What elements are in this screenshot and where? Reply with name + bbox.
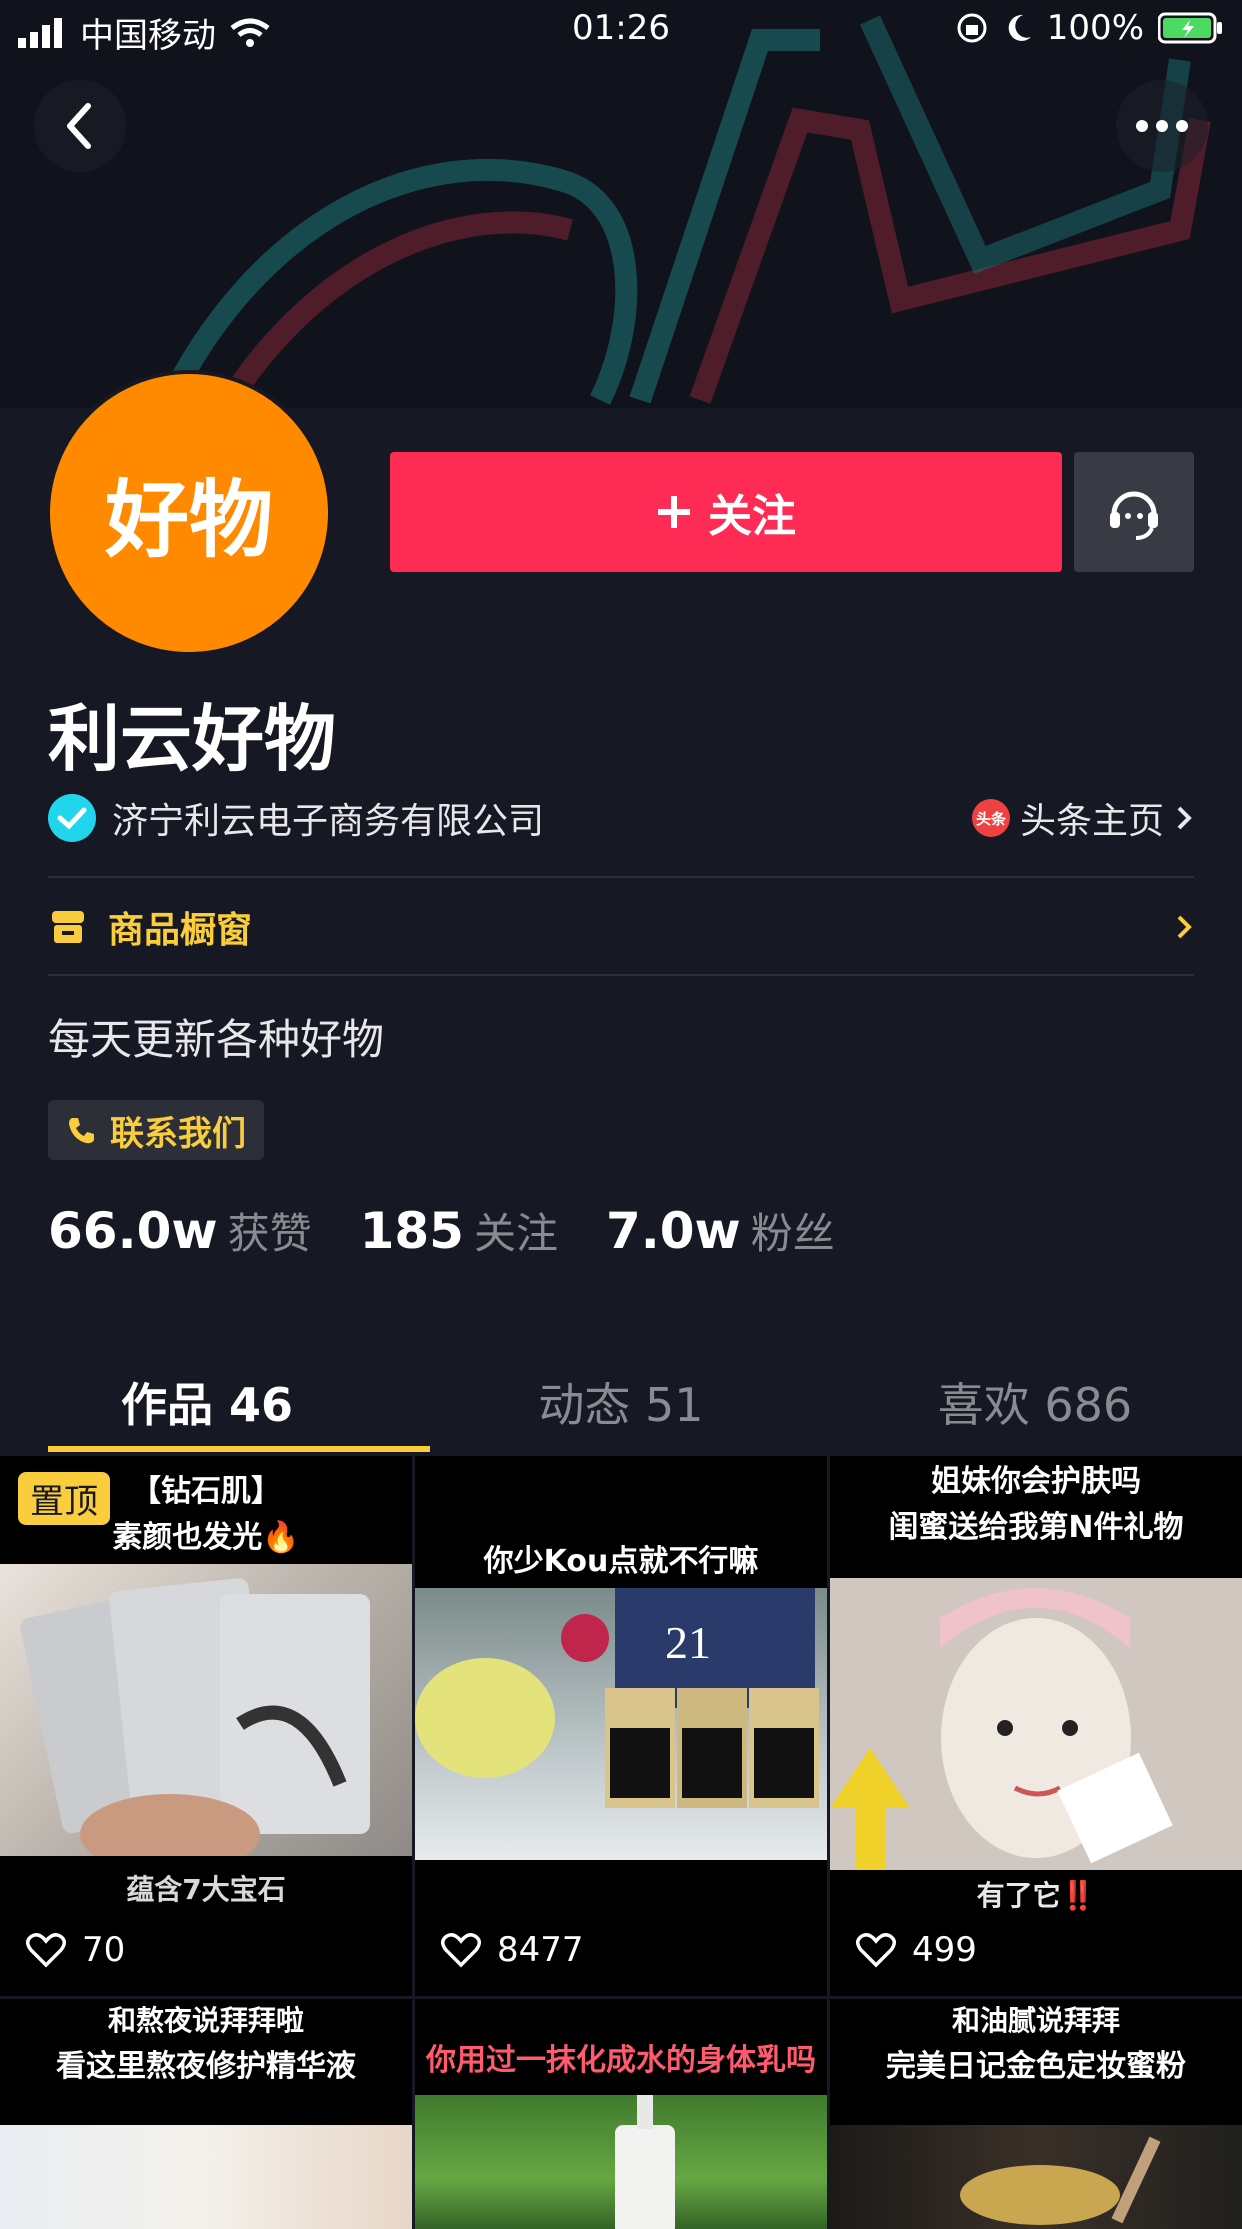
video-caption-sub: 看这里熬夜修护精华液 xyxy=(56,2049,356,2084)
shop-window-row[interactable]: 商品橱窗 xyxy=(48,880,1194,974)
video-thumbnail[interactable]: 和熬夜说拜拜啦 看这里熬夜修护精华液 xyxy=(0,1999,412,2229)
video-image xyxy=(415,2095,827,2229)
powder-compact-photo xyxy=(960,2136,1161,2225)
stat-label: 粉丝 xyxy=(750,1209,835,1258)
video-caption-sub: 完美日记金色定妆蜜粉 xyxy=(886,2049,1186,2084)
follow-button[interactable]: 关注 xyxy=(390,452,1062,572)
more-dots-icon xyxy=(1136,120,1188,132)
video-caption-sub: 闺蜜送给我第N件礼物 xyxy=(888,1510,1184,1545)
video-thumbnail[interactable]: 你用过一抹化成水的身体乳吗 xyxy=(415,1999,827,2229)
video-thumbnail[interactable]: 姐妹你会护肤吗 闺蜜送给我第N件礼物 有了它‼️ 499 xyxy=(830,1456,1242,1996)
tab-posts[interactable]: 动态 51 xyxy=(414,1350,828,1454)
video-caption-sub: 你用过一抹化成水的身体乳吗 xyxy=(426,2043,816,2078)
stat-likes: 66.0w 获赞 xyxy=(48,1200,312,1261)
toutiao-label: 头条主页 xyxy=(1019,801,1164,842)
video-caption-bottom: 有了它‼️ xyxy=(976,1879,1096,1912)
heart-icon xyxy=(441,1933,481,1968)
like-count: 8477 xyxy=(497,1930,584,1970)
customer-service-button[interactable] xyxy=(1074,452,1194,572)
verification-row: 济宁利云电子商务有限公司 头条 头条主页 xyxy=(48,790,1194,846)
contact-label: 联系我们 xyxy=(110,1113,246,1154)
headset-icon xyxy=(1110,491,1158,540)
verified-check-icon xyxy=(48,794,96,842)
back-button[interactable] xyxy=(34,80,126,172)
phone-icon xyxy=(69,1118,94,1144)
status-bar: 中国移动 01:26 100% xyxy=(0,0,1242,62)
video-caption-bottom: 蕴含7大宝石 xyxy=(126,1873,286,1906)
tab-likes[interactable]: 喜欢 686 xyxy=(828,1350,1242,1454)
like-count: 499 xyxy=(912,1930,977,1970)
video-image xyxy=(830,2125,1242,2229)
lotion-bottle-photo xyxy=(615,2095,675,2229)
divider xyxy=(48,876,1194,878)
video-image xyxy=(0,2125,412,2229)
video-thumbnail[interactable]: 你少Kou点就不行嘛 21 8477 xyxy=(415,1456,827,1996)
video-likes: 499 xyxy=(856,1930,977,1970)
video-likes: 70 xyxy=(26,1930,125,1970)
shop-icon xyxy=(52,911,84,943)
product-serum-boxes: 21 xyxy=(415,1588,819,1808)
video-image xyxy=(0,1564,412,1874)
video-image xyxy=(830,1578,1242,1870)
stat-value: 7.0w xyxy=(605,1202,741,1260)
video-caption-top: 你少Kou点就不行嘛 xyxy=(483,1544,759,1579)
stat-following[interactable]: 185 关注 xyxy=(360,1200,558,1261)
video-image: 21 xyxy=(415,1588,827,1860)
heart-icon xyxy=(26,1933,66,1968)
toutiao-icon: 头条 xyxy=(971,799,1010,837)
svg-text:21: 21 xyxy=(665,1617,711,1668)
moon-icon xyxy=(1008,14,1031,41)
contact-us-button[interactable]: 联系我们 xyxy=(48,1100,264,1160)
like-count: 70 xyxy=(82,1930,126,1970)
video-caption-top: 和油腻说拜拜 xyxy=(951,2004,1120,2037)
follow-label: 关注 xyxy=(708,491,796,542)
more-options-button[interactable] xyxy=(1116,80,1208,172)
active-tab-indicator xyxy=(48,1446,430,1452)
video-grid: 【钻石肌】 素颜也发光🔥 蕴含7大宝石 置顶 70 你少Kou点就不行嘛 21 xyxy=(0,1456,1242,2229)
battery-percent: 100% xyxy=(1046,8,1144,48)
product-mask-packs xyxy=(20,1578,370,1874)
stat-value: 185 xyxy=(359,1202,464,1260)
pinned-badge: 置顶 xyxy=(18,1472,110,1525)
stat-value: 66.0w xyxy=(48,1202,218,1260)
back-arrow-icon xyxy=(67,103,91,149)
chevron-right-icon xyxy=(1177,806,1192,830)
video-caption-top: 和熬夜说拜拜啦 xyxy=(107,2004,304,2037)
profile-stats: 66.0w 获赞 185 关注 7.0w 粉丝 xyxy=(48,1200,835,1261)
profile-name: 利云好物 xyxy=(48,697,337,781)
content-tabs: 作品 46 动态 51 喜欢 686 xyxy=(0,1350,1242,1454)
video-thumbnail[interactable]: 和油腻说拜拜 完美日记金色定妆蜜粉 xyxy=(830,1999,1242,2229)
divider xyxy=(48,974,1194,976)
stat-label: 关注 xyxy=(473,1209,558,1258)
battery-icon xyxy=(1158,12,1222,44)
tab-works[interactable]: 作品 46 xyxy=(0,1350,414,1454)
verification-text: 济宁利云电子商务有限公司 xyxy=(112,801,545,842)
stat-followers[interactable]: 7.0w 粉丝 xyxy=(606,1200,835,1261)
woman-face-mask-photo xyxy=(830,1578,1242,1870)
toutiao-homepage-link[interactable]: 头条 头条主页 xyxy=(971,792,1194,844)
video-thumbnail[interactable]: 【钻石肌】 素颜也发光🔥 蕴含7大宝石 置顶 70 xyxy=(0,1456,412,1996)
chevron-right-icon xyxy=(1177,915,1192,939)
video-likes: 8477 xyxy=(441,1930,584,1970)
avatar-text: 好物 xyxy=(104,470,273,569)
profile-bio: 每天更新各种好物 xyxy=(48,1015,385,1064)
shop-window-label: 商品橱窗 xyxy=(108,910,253,951)
rotation-lock-icon xyxy=(957,13,987,43)
heart-icon xyxy=(856,1933,896,1968)
plus-icon xyxy=(658,496,690,528)
video-caption-top: 姐妹你会护肤吗 xyxy=(931,1464,1141,1499)
avatar[interactable]: 好物 xyxy=(46,370,332,656)
stat-label: 获赞 xyxy=(227,1209,312,1258)
